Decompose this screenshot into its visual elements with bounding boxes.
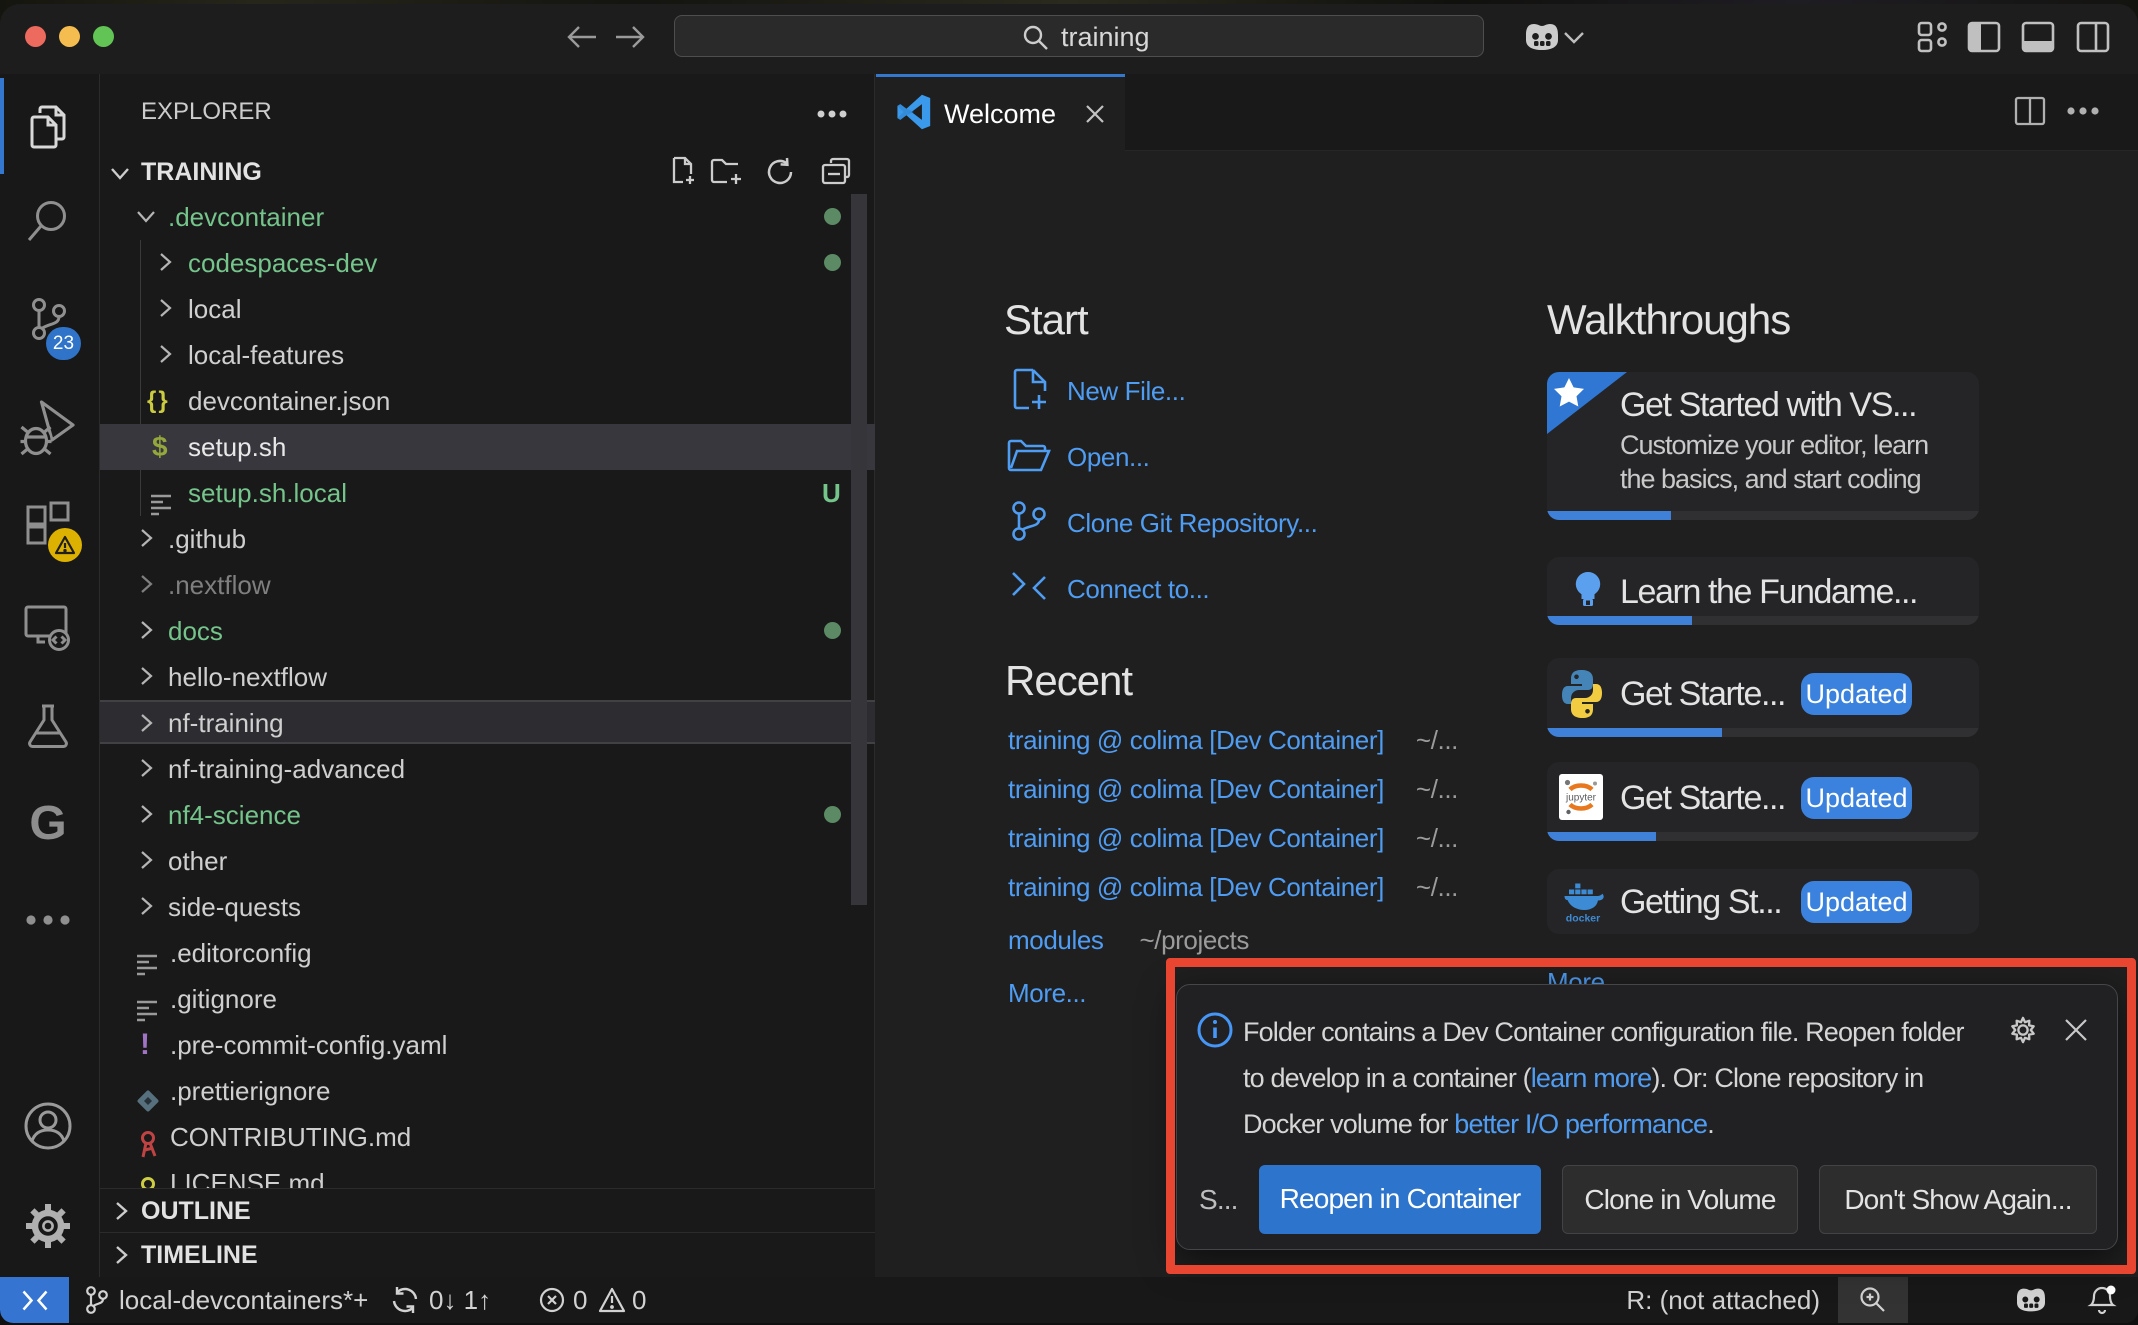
svg-text:jupyter: jupyter	[1565, 793, 1597, 804]
svg-text:docker: docker	[1566, 913, 1600, 925]
